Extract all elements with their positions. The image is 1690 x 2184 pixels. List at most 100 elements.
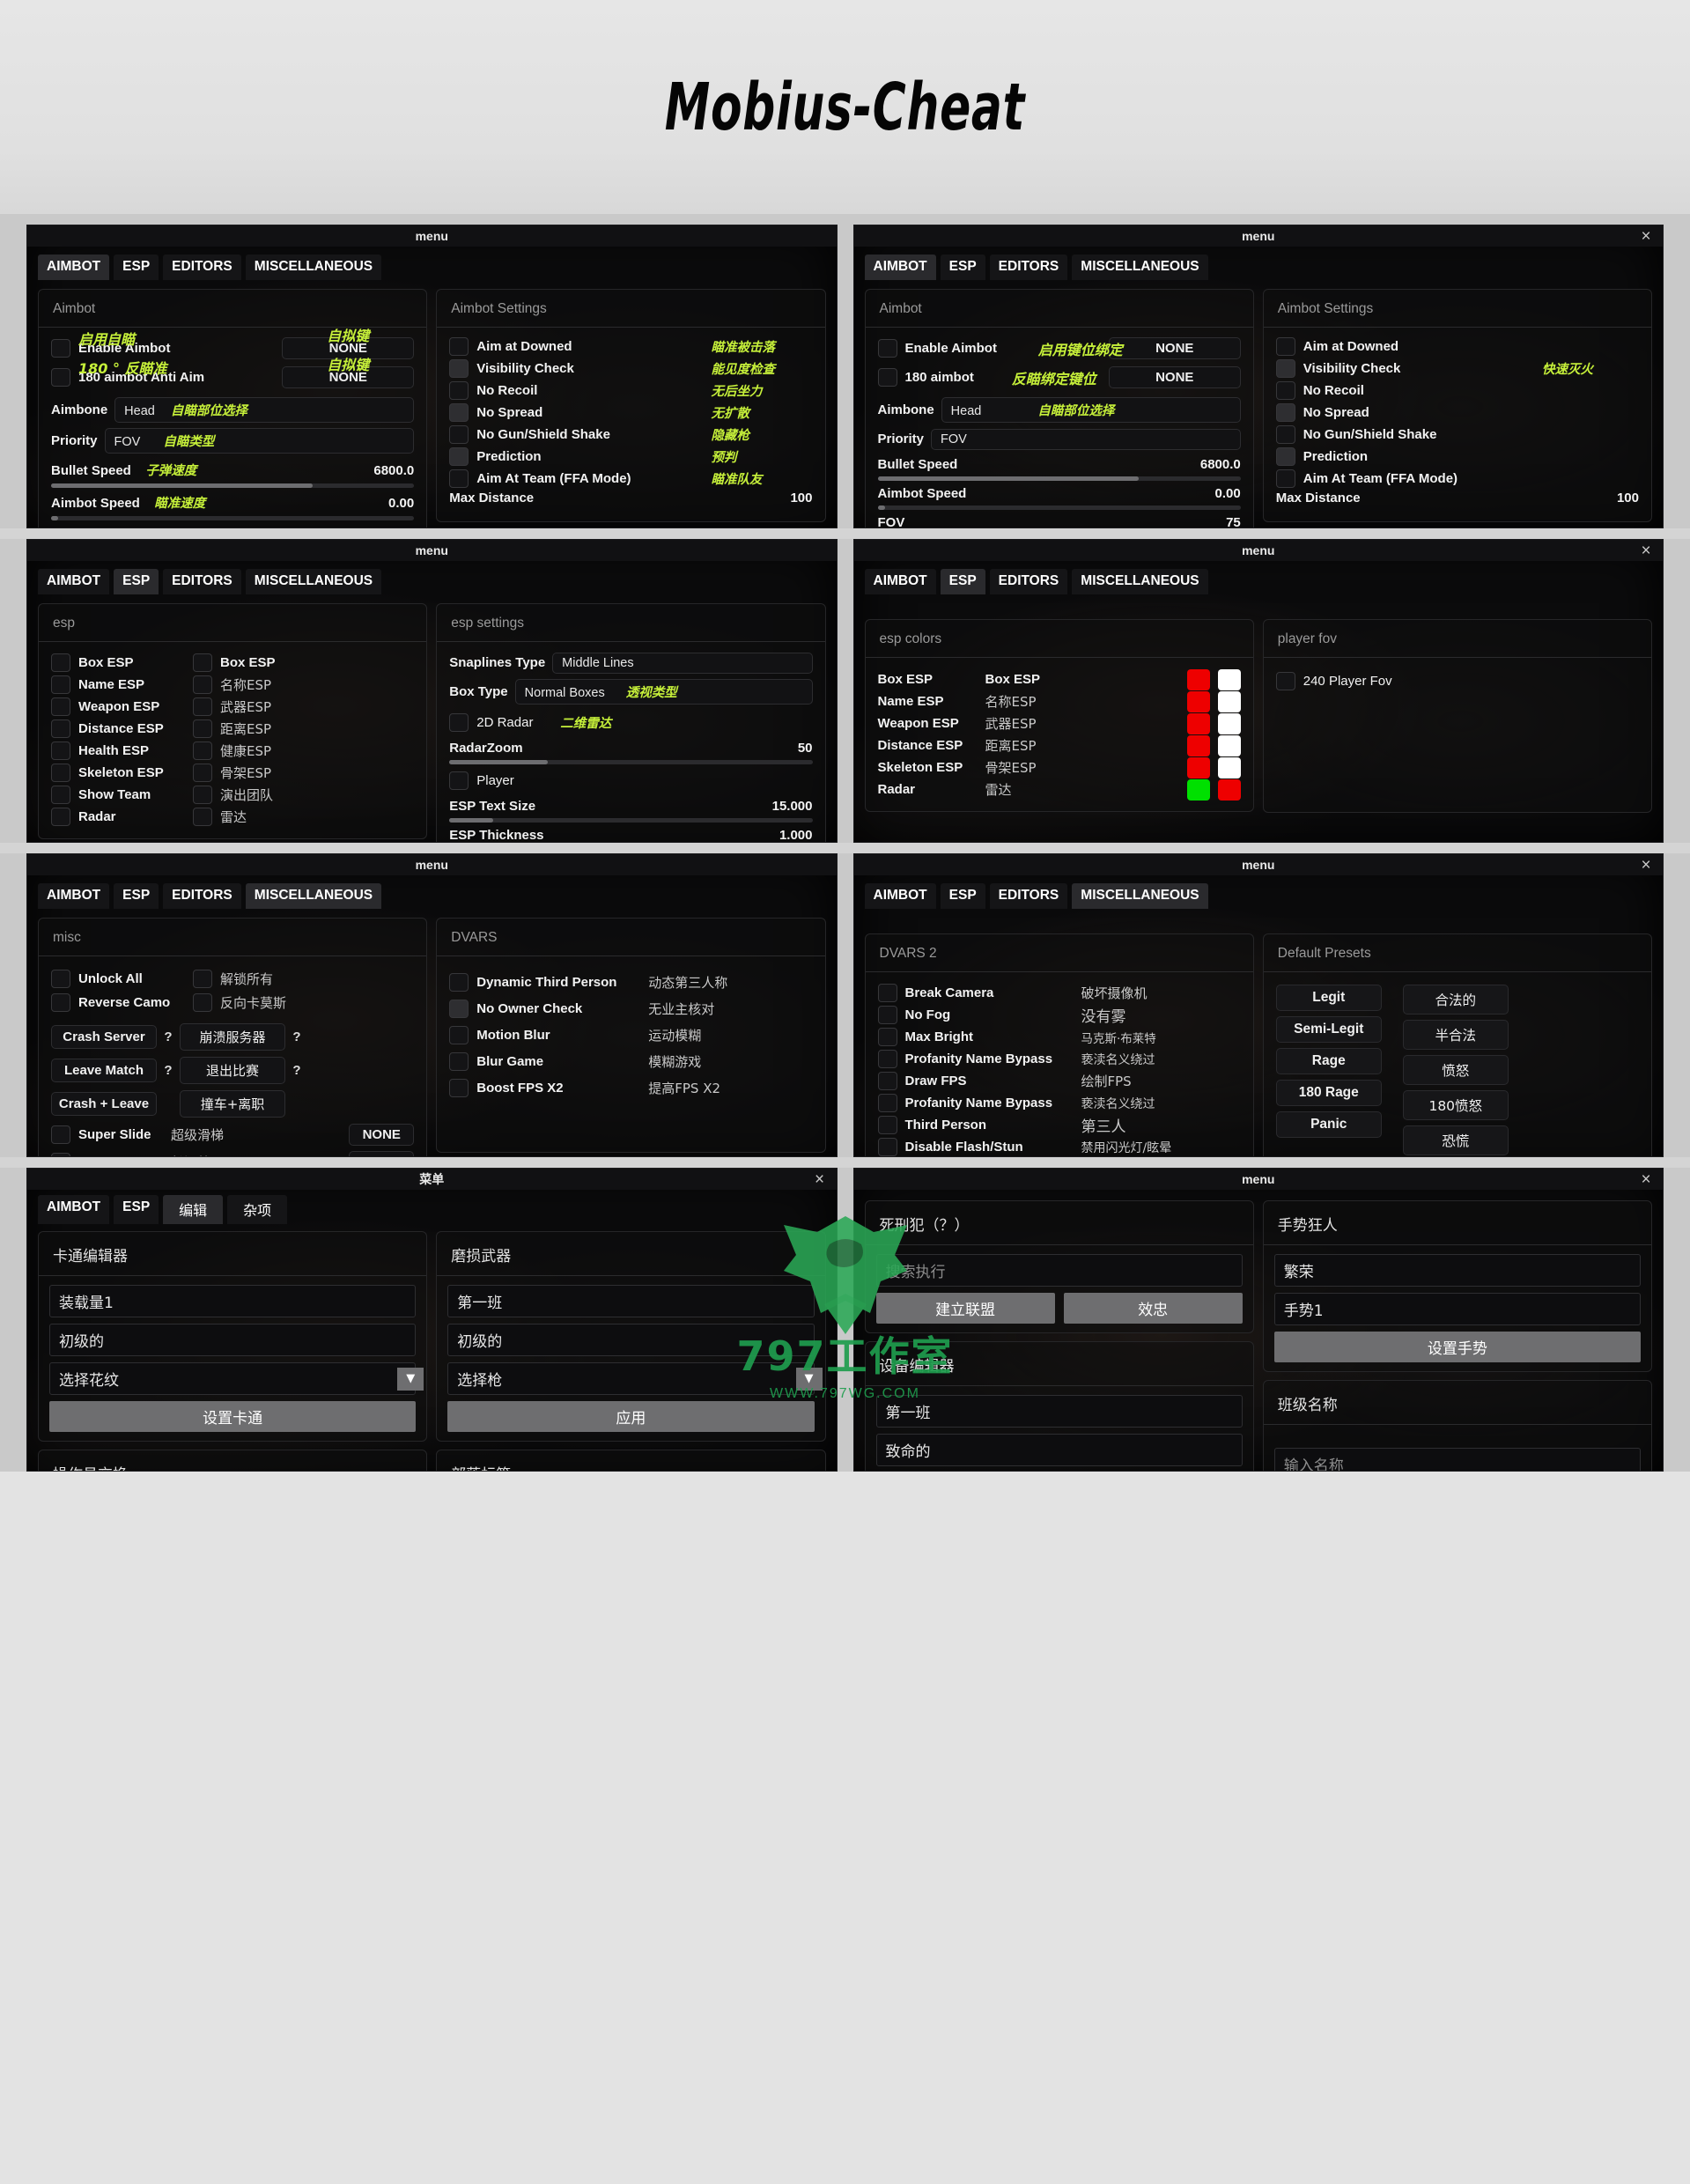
row-aimbone[interactable]: Aimbone Head 自瞄部位选择 xyxy=(878,397,1241,423)
row-motion-blur[interactable]: Motion Blur 运动模糊 xyxy=(449,1022,812,1048)
weapon-esp-color-secondary[interactable] xyxy=(1217,712,1241,734)
long-melee-checkbox[interactable] xyxy=(51,1153,70,1156)
row-no-fog[interactable]: No Fog 没有雾 xyxy=(877,1004,1241,1026)
row-super-slide[interactable]: Super Slide 超级滑梯 NONE xyxy=(51,1124,415,1146)
distance-esp-checkbox[interactable] xyxy=(51,719,70,738)
row-no-recoil[interactable]: No Recoil xyxy=(1275,380,1639,402)
row-player-fov[interactable]: 240 Player Fov xyxy=(1275,670,1639,692)
close-icon[interactable]: × xyxy=(1636,857,1656,874)
row-crash-leave[interactable]: Crash + Leave 撞车+离职 xyxy=(51,1090,414,1118)
row-crash-server[interactable]: Crash Server ? 崩溃服务器 ? xyxy=(51,1023,414,1051)
gesture-slot-field[interactable]: 手势1 xyxy=(1273,1293,1641,1325)
set-camo-button[interactable]: 设置卡通 xyxy=(49,1401,417,1432)
anti-aim-keybind[interactable]: NONE xyxy=(1108,366,1241,388)
tab-aimbot[interactable]: AIMBOT xyxy=(38,255,110,280)
radar-checkbox[interactable] xyxy=(51,808,70,826)
apply-weapon-button[interactable]: 应用 xyxy=(447,1401,815,1432)
preset-rage-button[interactable]: Rage xyxy=(1275,1048,1382,1074)
blur-game-checkbox[interactable] xyxy=(449,1051,469,1071)
row-aim-at-downed[interactable]: Aim at Downed 瞄准被击落 xyxy=(449,336,812,358)
crash-server-help-icon[interactable]: ? xyxy=(157,1029,180,1044)
tab-esp[interactable]: ESP xyxy=(114,1195,159,1224)
crash-server-button-cn[interactable]: 崩溃服务器 xyxy=(180,1023,285,1051)
no-recoil-checkbox[interactable] xyxy=(1275,381,1295,400)
tab-esp[interactable]: ESP xyxy=(114,883,159,909)
gesture-name-field[interactable]: 繁荣 xyxy=(1273,1254,1641,1287)
class-name-input[interactable]: 输入名称 xyxy=(1273,1448,1641,1471)
crash-server-button[interactable]: Crash Server xyxy=(51,1025,157,1049)
break-camera-checkbox[interactable] xyxy=(877,984,897,1002)
preset-semi-legit-button-cn[interactable]: 半合法 xyxy=(1402,1020,1509,1050)
leave-match-help-icon[interactable]: ? xyxy=(157,1063,180,1078)
row-max-bright[interactable]: Max Bright 马克斯·布莱特 xyxy=(877,1026,1241,1048)
enable-aimbot-checkbox[interactable] xyxy=(877,339,897,358)
slider-max-distance[interactable]: Max Distance 100 xyxy=(449,491,812,505)
tab-esp[interactable]: ESP xyxy=(114,255,159,280)
row-anti-aim[interactable]: 180 ° 反瞄准 180 aimbot Anti Aim 自拟键 NONE xyxy=(51,357,415,388)
row-distance-esp[interactable]: Distance ESP 距离ESP xyxy=(51,718,414,740)
crash-leave-button[interactable]: Crash + Leave xyxy=(51,1092,157,1116)
tab-editors[interactable]: EDITORS xyxy=(163,569,241,594)
disable-flash-stun-checkbox[interactable] xyxy=(877,1138,897,1156)
device-class-field[interactable]: 第一班 xyxy=(875,1395,1243,1428)
chevron-down-icon[interactable]: ▼ xyxy=(397,1367,424,1391)
tab-aimbot[interactable]: AIMBOT xyxy=(864,569,936,594)
aim-at-team-checkbox[interactable] xyxy=(1275,469,1295,488)
aim-at-team-checkbox[interactable] xyxy=(449,469,469,488)
row-radar-color[interactable]: Radar 雷达 xyxy=(878,778,1241,801)
tab-editors[interactable]: EDITORS xyxy=(989,255,1068,280)
row-break-camera[interactable]: Break Camera 破坏摄像机 xyxy=(877,982,1241,1004)
set-gesture-button[interactable]: 设置手势 xyxy=(1273,1332,1641,1362)
row-visibility-check[interactable]: Visibility Check 快速灭火 xyxy=(1275,358,1639,380)
super-slide-checkbox[interactable] xyxy=(51,1125,70,1144)
weapon-esp-checkbox-cn[interactable] xyxy=(193,697,212,716)
prediction-checkbox[interactable] xyxy=(449,447,469,466)
aimbone-select[interactable]: Head 自瞄部位选择 xyxy=(114,397,415,423)
row-show-team[interactable]: Show Team 演出团队 xyxy=(51,784,414,806)
row-aimbone[interactable]: Aimbone Head 自瞄部位选择 xyxy=(51,397,415,423)
snaplines-type-select[interactable]: Middle Lines xyxy=(552,652,813,674)
row-enable-aimbot[interactable]: Enable Aimbot NONE 启用键位绑定 xyxy=(877,337,1241,359)
chevron-down-icon[interactable]: ▼ xyxy=(795,1367,823,1391)
tab-editors[interactable]: EDITORS xyxy=(989,883,1068,909)
preset-legit-button-cn[interactable]: 合法的 xyxy=(1402,985,1509,1015)
anti-aim-checkbox[interactable] xyxy=(877,368,897,387)
preset-rage-button-cn[interactable]: 愤怒 xyxy=(1402,1055,1509,1085)
slider-max-distance[interactable]: Max Distance 100 xyxy=(1276,491,1639,505)
distance-esp-checkbox-cn[interactable] xyxy=(193,719,212,738)
visibility-check-checkbox[interactable] xyxy=(449,359,469,378)
row-no-gun-shake[interactable]: No Gun/Shield Shake 隐藏枪 xyxy=(449,424,812,446)
tab-esp[interactable]: ESP xyxy=(940,255,985,280)
row-health-esp[interactable]: Health ESP 健康ESP xyxy=(51,740,414,762)
distance-esp-color-primary[interactable] xyxy=(1186,734,1210,756)
row-no-spread[interactable]: No Spread xyxy=(1275,402,1639,424)
row-reverse-camo[interactable]: Reverse Camo 反向卡莫斯 xyxy=(51,991,414,1015)
box-type-select[interactable]: Normal Boxes 透视类型 xyxy=(514,679,813,705)
execution-alliance-button[interactable]: 建立联盟 xyxy=(875,1293,1055,1324)
slider-esp-text-size[interactable]: ESP Text Size 15.000 xyxy=(449,799,813,823)
profanity-bypass-2-checkbox[interactable] xyxy=(877,1094,897,1112)
slider-bullet-speed[interactable]: Bullet Speed 子弹速度 6800.0 xyxy=(51,461,415,488)
weapon-esp-checkbox[interactable] xyxy=(51,697,70,716)
skeleton-esp-color-primary[interactable] xyxy=(1186,756,1210,778)
tab-esp[interactable]: ESP xyxy=(114,569,159,594)
row-no-owner-check[interactable]: No Owner Check 无业主核对 xyxy=(449,995,812,1022)
row-draw-fps[interactable]: Draw FPS 绘制FPS xyxy=(877,1070,1241,1092)
reverse-camo-checkbox-cn[interactable] xyxy=(193,993,212,1012)
skeleton-esp-color-secondary[interactable] xyxy=(1217,756,1241,778)
row-leave-match[interactable]: Leave Match ? 退出比赛 ? xyxy=(51,1057,414,1084)
row-boost-fps[interactable]: Boost FPS X2 提高FPS X2 xyxy=(449,1074,812,1101)
tab-miscellaneous[interactable]: MISCELLANEOUS xyxy=(245,883,382,909)
camo-loadout-field[interactable]: 装载量1 xyxy=(49,1285,417,1317)
tab-esp[interactable]: ESP xyxy=(940,569,985,594)
radar-color-secondary[interactable] xyxy=(1217,778,1241,801)
weapon-class-field[interactable]: 第一班 xyxy=(447,1285,815,1317)
preset-semi-legit-button[interactable]: Semi-Legit xyxy=(1275,1016,1382,1043)
slider-fov[interactable]: FOV 自瞄视野范围 75 xyxy=(51,526,414,528)
row-2d-radar[interactable]: 2D Radar 二维雷达 xyxy=(449,712,812,734)
row-dynamic-third-person[interactable]: Dynamic Third Person 动态第三人称 xyxy=(449,969,812,995)
tab-editors[interactable]: EDITORS xyxy=(989,569,1068,594)
health-esp-checkbox-cn[interactable] xyxy=(193,742,212,760)
distance-esp-color-secondary[interactable] xyxy=(1217,734,1241,756)
tab-miscellaneous[interactable]: 杂项 xyxy=(227,1195,288,1224)
